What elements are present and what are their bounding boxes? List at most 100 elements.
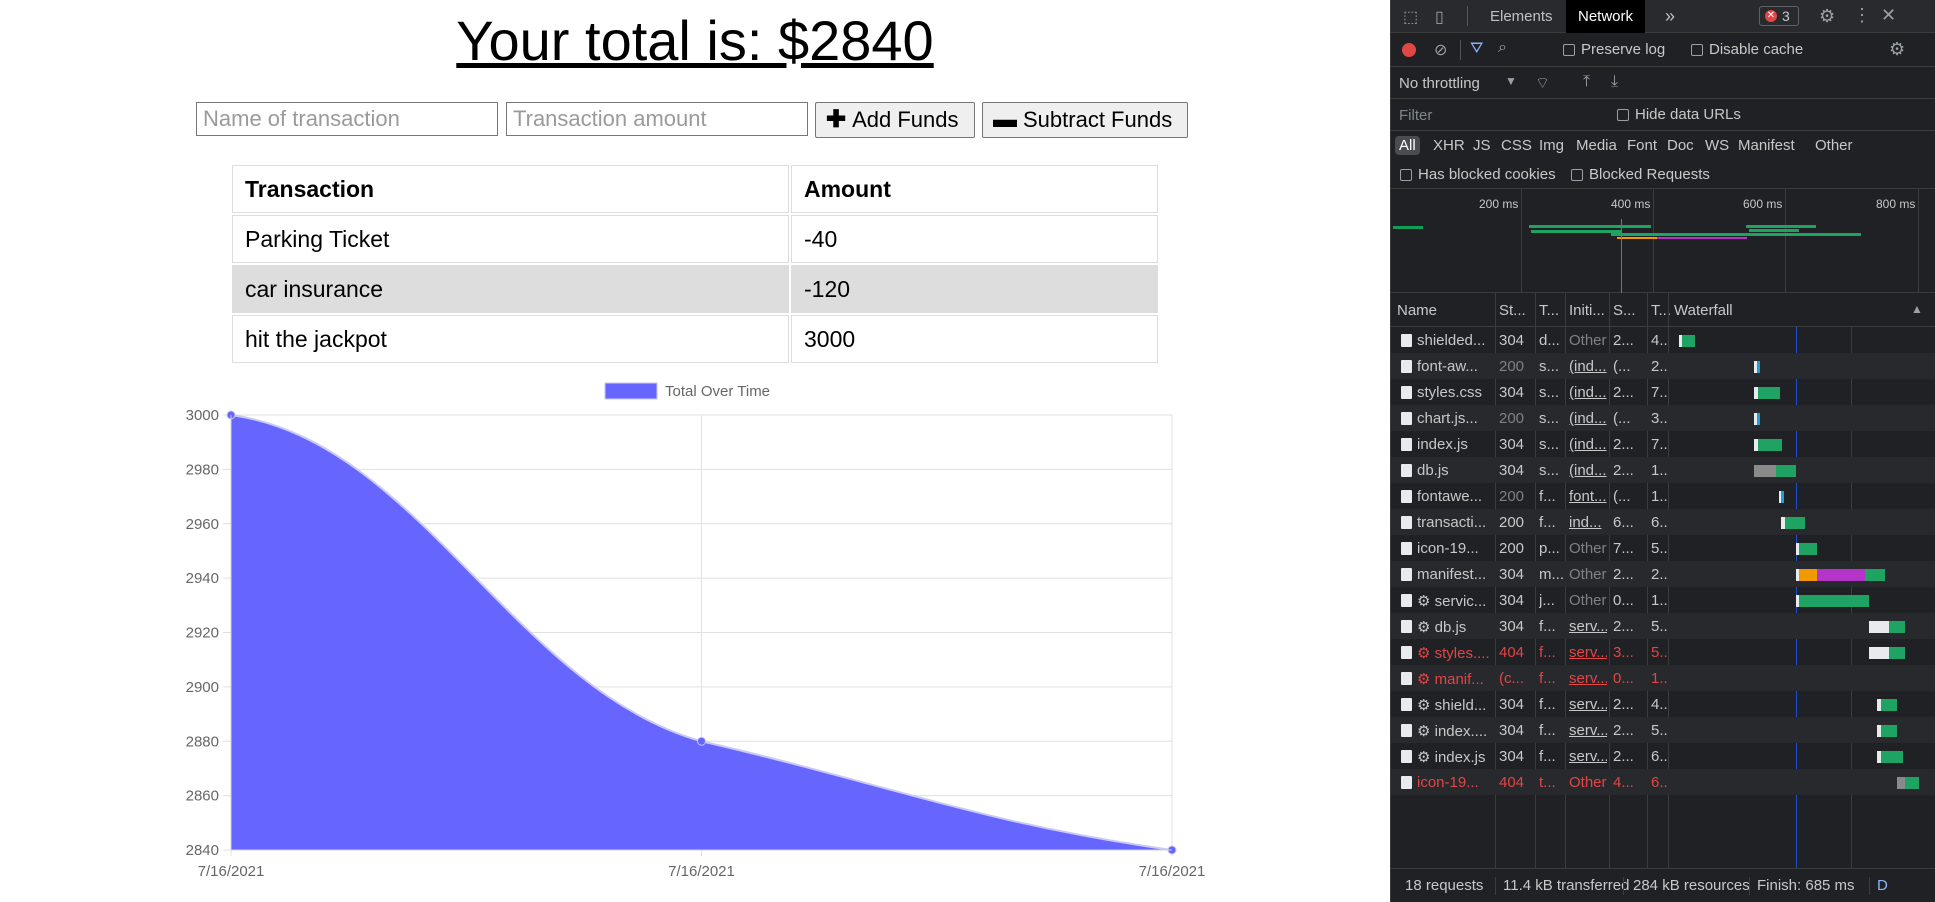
file-icon (1401, 542, 1412, 555)
blocked-requests-checkbox[interactable] (1571, 169, 1583, 181)
sort-ascending-icon[interactable]: ▲ (1911, 302, 1923, 316)
request-type: f... (1539, 670, 1556, 687)
type-all[interactable]: All (1395, 136, 1420, 155)
request-row[interactable]: ⚙ styles.... 404 f... serv... 3... 5... (1391, 639, 1935, 665)
type-css[interactable]: CSS (1501, 137, 1532, 154)
request-row[interactable]: db.js 304 s... (ind... 2... 1... (1391, 457, 1935, 483)
request-status: 404 (1499, 774, 1525, 791)
error-icon: ✕ (1765, 10, 1777, 22)
type-media[interactable]: Media (1576, 137, 1617, 154)
network-settings-icon[interactable]: ⚙ (1889, 39, 1905, 60)
request-row[interactable]: ⚙ db.js 304 f... serv... 2... 5... (1391, 613, 1935, 639)
col-initiator[interactable]: Initi... (1569, 302, 1605, 319)
timeline-overview[interactable]: 200 ms 400 ms 600 ms 800 ms (1391, 189, 1935, 293)
request-time: 1... (1651, 670, 1667, 687)
x-tick-label: 7/16/2021 (668, 863, 735, 880)
request-row[interactable]: icon-19... 404 t... Other 4... 6... (1391, 769, 1935, 795)
add-funds-button[interactable]: ✚ Add Funds (815, 102, 975, 138)
col-name[interactable]: Name (1397, 302, 1437, 319)
request-initiator[interactable]: (ind... (1569, 436, 1607, 453)
request-row[interactable]: shielded... 304 d... Other 2... 4... (1391, 327, 1935, 353)
type-js[interactable]: JS (1473, 137, 1491, 154)
request-time: 5... (1651, 540, 1667, 557)
request-initiator[interactable]: serv... (1569, 748, 1607, 765)
filter-icon[interactable]: ⛛ (1470, 40, 1483, 58)
hide-data-urls-checkbox[interactable] (1617, 109, 1629, 121)
type-other[interactable]: Other (1815, 137, 1853, 154)
filter-input[interactable]: Filter (1399, 107, 1432, 124)
request-row[interactable]: ⚙ servic... 304 j... Other 0... 1... (1391, 587, 1935, 613)
transaction-amount-input[interactable] (506, 102, 808, 136)
col-status[interactable]: St... (1499, 302, 1526, 319)
clear-icon[interactable]: ⊘ (1434, 40, 1447, 60)
request-initiator[interactable]: serv... (1569, 722, 1607, 739)
network-conditions-icon[interactable]: ⌔ (1535, 73, 1550, 93)
devtools-tab-bar: ⬚ ▯ Elements Network » ✕ 3 ⚙ ⋮ ✕ (1391, 0, 1935, 33)
request-initiator[interactable]: serv... (1569, 670, 1607, 687)
request-row[interactable]: manifest... 304 m... Other 2... 2... (1391, 561, 1935, 587)
inspect-element-icon[interactable]: ⬚ (1403, 7, 1418, 27)
type-xhr[interactable]: XHR (1433, 137, 1465, 154)
error-counter[interactable]: ✕ 3 (1759, 6, 1799, 26)
request-initiator[interactable]: (ind... (1569, 462, 1607, 479)
col-type[interactable]: T... (1539, 302, 1559, 319)
request-row[interactable]: ⚙ index.... 304 f... serv... 2... 5... (1391, 717, 1935, 743)
more-tabs-button[interactable]: » (1653, 0, 1687, 33)
waterfall-bar (1889, 647, 1905, 659)
request-initiator[interactable]: serv... (1569, 696, 1607, 713)
close-icon[interactable]: ✕ (1881, 5, 1896, 26)
col-size[interactable]: S... (1613, 302, 1636, 319)
total-heading: Your total is: $2840 (456, 9, 934, 72)
export-har-icon[interactable]: ⤓ (1611, 73, 1618, 91)
request-initiator[interactable]: (ind... (1569, 410, 1607, 427)
has-blocked-cookies-checkbox[interactable] (1400, 169, 1412, 181)
settings-icon[interactable]: ⚙ (1819, 6, 1835, 27)
transaction-amount: 3000 (791, 315, 1158, 363)
request-row[interactable]: index.js 304 s... (ind... 2... 7... (1391, 431, 1935, 457)
tab-network[interactable]: Network (1566, 0, 1646, 33)
request-row[interactable]: styles.css 304 s... (ind... 2... 7... (1391, 379, 1935, 405)
request-name: transacti... (1417, 514, 1487, 531)
request-initiator[interactable]: serv... (1569, 618, 1607, 635)
request-row[interactable]: ⚙ shield... 304 f... serv... 2... 4... (1391, 691, 1935, 717)
request-status: 304 (1499, 462, 1525, 479)
transaction-name: hit the jackpot (232, 315, 789, 363)
request-initiator[interactable]: ind... (1569, 514, 1607, 531)
request-row[interactable]: ⚙ index.js 304 f... serv... 2... 6... (1391, 743, 1935, 769)
request-row[interactable]: font-aw... 200 s... (ind... (... 2... (1391, 353, 1935, 379)
request-row[interactable]: chart.js... 200 s... (ind... (... 3... (1391, 405, 1935, 431)
tab-elements[interactable]: Elements (1478, 0, 1565, 33)
y-tick-label: 2920 (186, 625, 219, 642)
request-row[interactable]: icon-19... 200 p... Other 7... 5... (1391, 535, 1935, 561)
chevron-down-icon[interactable]: ▼ (1505, 74, 1517, 88)
request-initiator[interactable]: (ind... (1569, 384, 1607, 401)
request-initiator[interactable]: font... (1569, 488, 1607, 505)
search-icon[interactable]: ⌕ (1498, 39, 1507, 57)
import-har-icon[interactable]: ⤒ (1583, 73, 1590, 91)
request-initiator[interactable]: (ind... (1569, 358, 1607, 375)
type-doc[interactable]: Doc (1667, 137, 1694, 154)
transaction-name-input[interactable] (196, 102, 498, 136)
request-type: f... (1539, 618, 1556, 635)
kebab-menu-icon[interactable]: ⋮ (1853, 5, 1871, 26)
preserve-log-checkbox[interactable] (1563, 44, 1575, 56)
waterfall-bar (1881, 751, 1903, 763)
device-toolbar-icon[interactable]: ▯ (1435, 7, 1444, 27)
request-initiator[interactable]: serv... (1569, 644, 1607, 661)
header-amount: Amount (791, 165, 1158, 213)
disable-cache-checkbox[interactable] (1691, 44, 1703, 56)
request-row[interactable]: transacti... 200 f... ind... 6... 6... (1391, 509, 1935, 535)
request-row[interactable]: fontawe... 200 f... font... (... 1... (1391, 483, 1935, 509)
throttling-select[interactable]: No throttling (1399, 75, 1480, 92)
type-ws[interactable]: WS (1705, 137, 1729, 154)
legend-label: Total Over Time (665, 383, 770, 400)
type-img[interactable]: Img (1539, 137, 1564, 154)
col-waterfall[interactable]: Waterfall (1674, 302, 1733, 319)
request-size: 0... (1613, 592, 1634, 609)
type-manifest[interactable]: Manifest (1738, 137, 1795, 154)
request-row[interactable]: ⚙ manif... (c... f... serv... 0... 1... (1391, 665, 1935, 691)
record-icon[interactable] (1402, 43, 1416, 57)
type-font[interactable]: Font (1627, 137, 1657, 154)
request-size: 2... (1613, 618, 1634, 635)
subtract-funds-button[interactable]: ▬ Subtract Funds (982, 102, 1188, 138)
